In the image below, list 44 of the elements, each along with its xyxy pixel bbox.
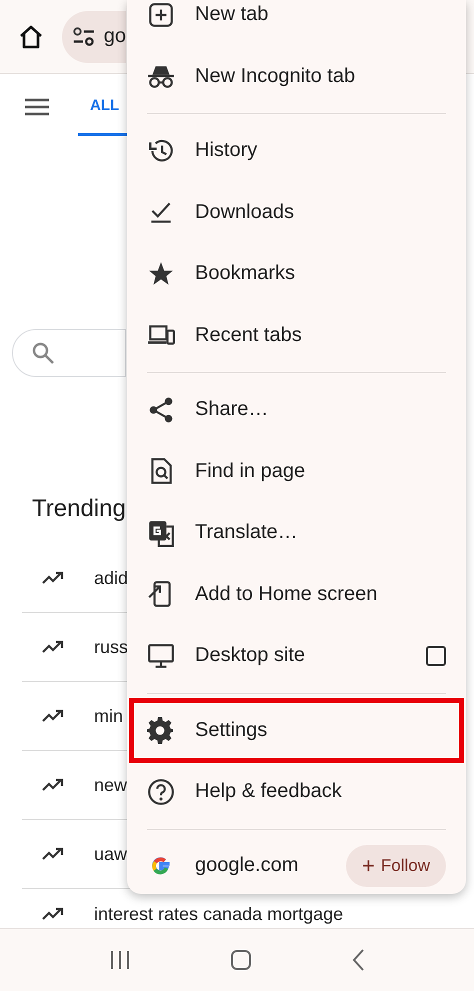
settings-icon: [147, 716, 175, 744]
menu-item[interactable]: Share…: [147, 379, 446, 440]
menu-item[interactable]: Translate…: [147, 502, 446, 564]
menu-item[interactable]: Desktop site: [147, 625, 446, 686]
trending-search[interactable]: interest rates canada mortgage: [94, 904, 344, 924]
address-bar[interactable]: go: [62, 10, 126, 62]
menu-icon[interactable]: [24, 97, 50, 117]
menu-item[interactable]: History: [147, 120, 446, 182]
search-icon: [31, 341, 55, 365]
menu-item[interactable]: Downloads: [147, 182, 446, 243]
menu-item[interactable]: New Incognito tab: [147, 46, 446, 107]
search-field[interactable]: [12, 329, 126, 377]
menu-item[interactable]: Settings: [131, 700, 462, 761]
trending-up-icon: [42, 640, 64, 654]
help-icon: [147, 778, 175, 806]
checkbox[interactable]: [426, 646, 446, 666]
trending-up-icon: [42, 571, 64, 585]
tune-icon[interactable]: [72, 26, 96, 48]
recent-apps-icon[interactable]: [109, 950, 132, 970]
trending-search[interactable]: uaw: [94, 844, 128, 864]
trending-up-icon: [42, 709, 64, 723]
home-button-icon[interactable]: [230, 949, 252, 971]
trending-search[interactable]: adid: [94, 568, 128, 588]
translate-icon: [147, 518, 175, 547]
menu-item[interactable]: Bookmarks: [147, 243, 446, 304]
monitor-icon: [147, 642, 175, 670]
back-icon[interactable]: [350, 948, 365, 972]
trending-search[interactable]: new: [94, 774, 128, 796]
menu-item[interactable]: New tab: [147, 0, 446, 46]
share-icon: [147, 396, 175, 424]
site-name: google.com: [195, 854, 300, 877]
menu-item[interactable]: Recent tabs: [147, 304, 446, 366]
menu-item[interactable]: Help & feedback: [147, 761, 446, 822]
menu-item[interactable]: Find in page: [147, 440, 446, 502]
trending-search[interactable]: min: [94, 706, 124, 726]
menu-item[interactable]: Add to Home screen: [147, 564, 446, 625]
trending-search[interactable]: russ: [94, 636, 128, 658]
trending-up-icon: [42, 778, 64, 792]
section-title: Trending: [32, 494, 126, 524]
follow-button[interactable]: + Follow: [346, 844, 446, 886]
url-text: go: [104, 25, 126, 48]
home-icon[interactable]: [18, 24, 44, 50]
new-tab-icon: [147, 0, 175, 29]
trending-up-icon: [42, 847, 64, 861]
